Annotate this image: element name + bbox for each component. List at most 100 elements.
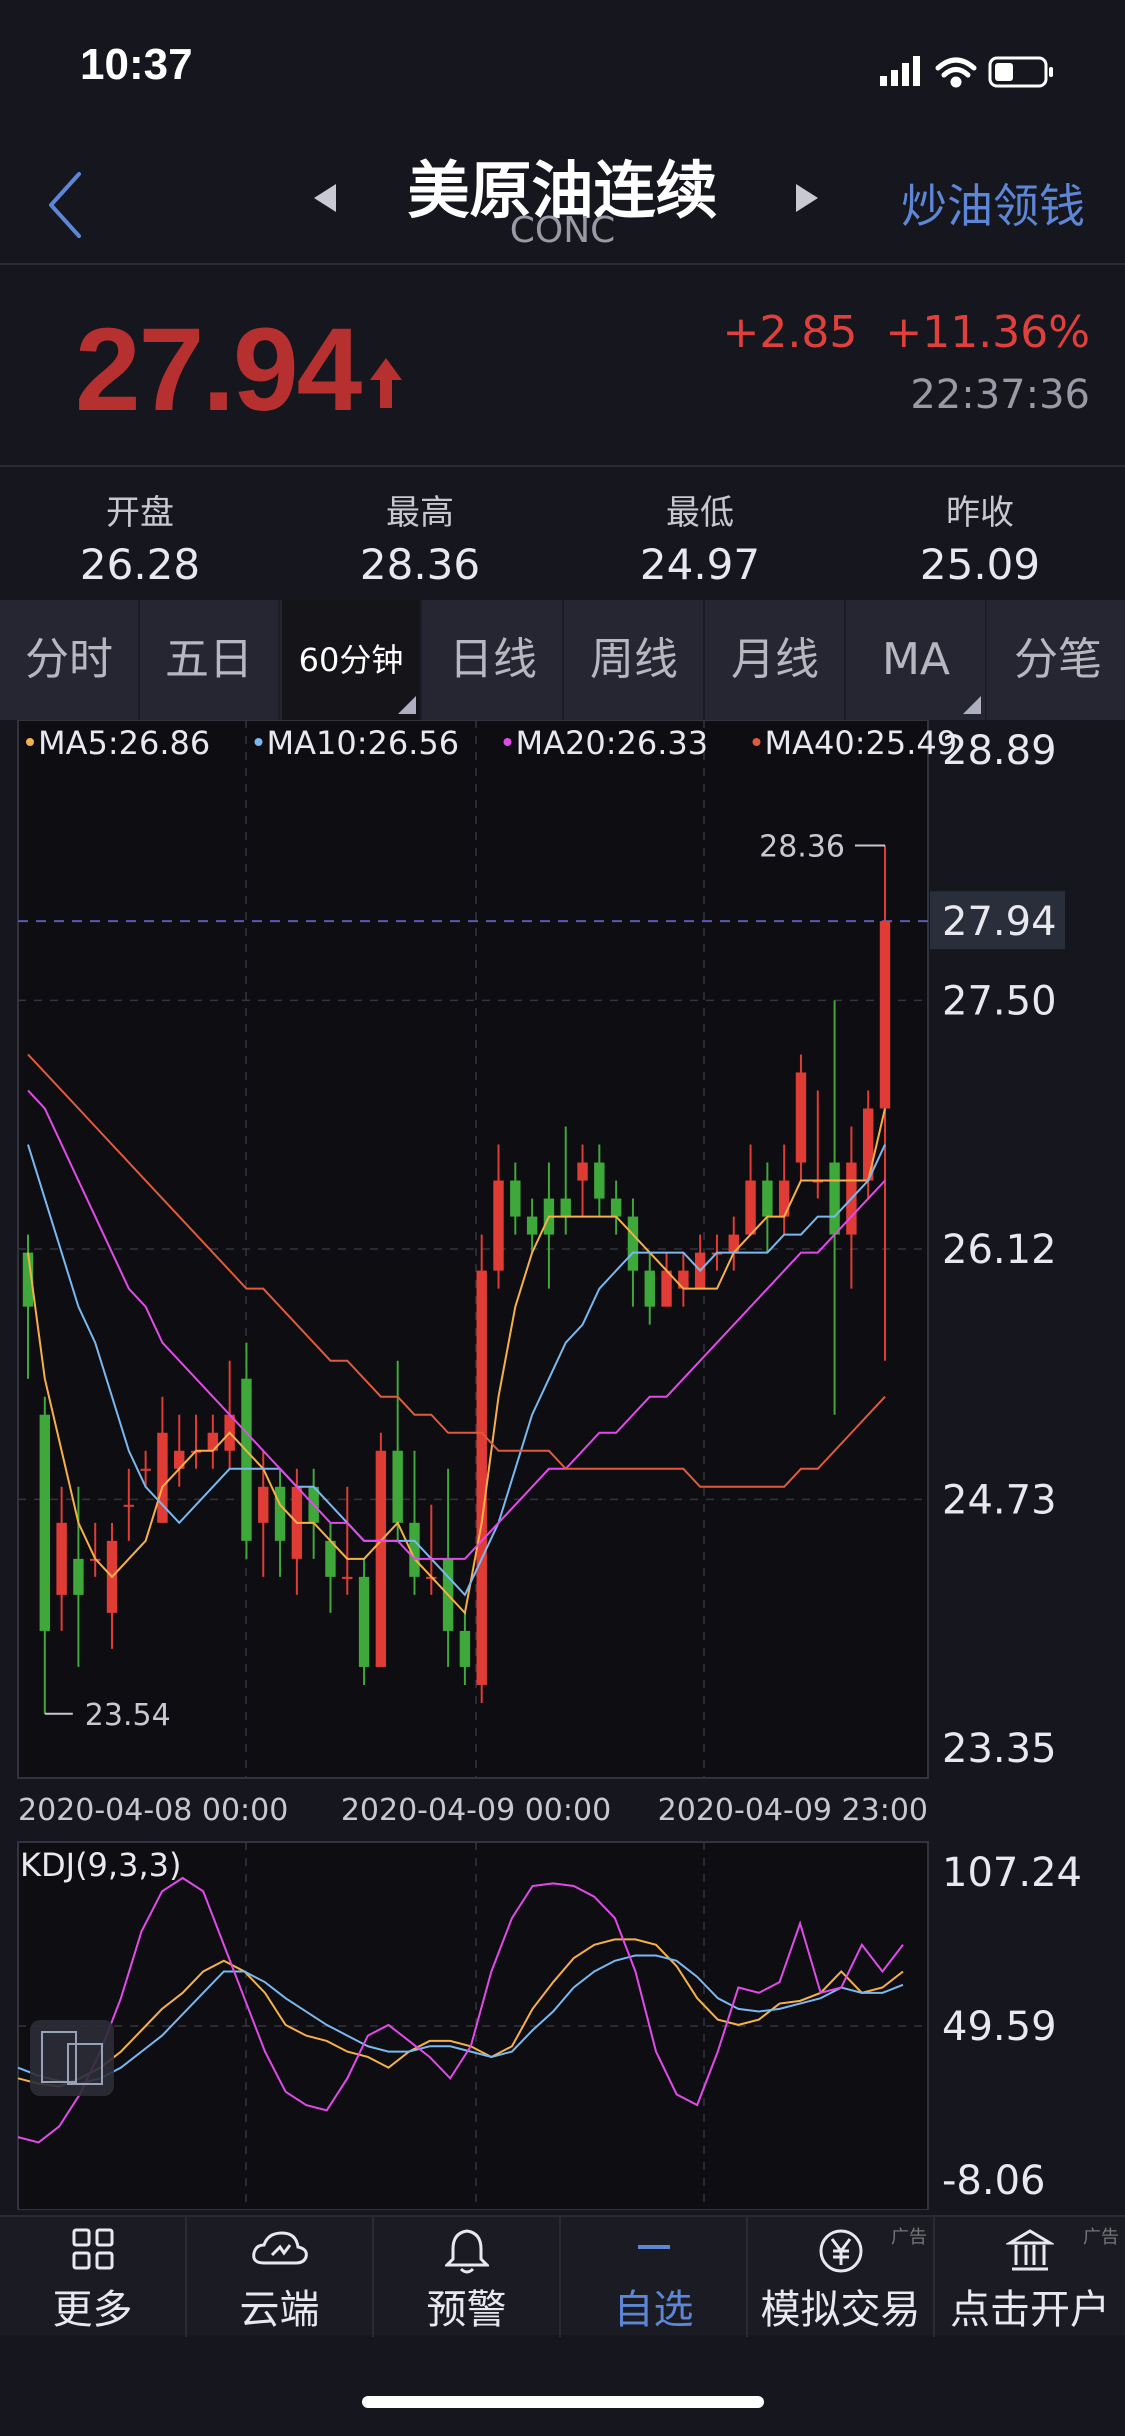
tab-open-account[interactable]: 广告 点击开户 <box>935 2217 1125 2337</box>
tab-label: 预警 <box>426 2287 507 2333</box>
candle-body <box>476 1270 487 1685</box>
low-annotation: 23.54 <box>85 1698 171 1733</box>
y-tick-label: 24.73 <box>942 1477 1057 1523</box>
kdj-y-tick-label: 107.24 <box>942 1850 1082 1896</box>
status-icons <box>880 56 1053 88</box>
stat-label: 最高 <box>386 493 454 533</box>
candle-body <box>140 1468 151 1471</box>
tab-label: 云端 <box>239 2287 320 2333</box>
stat-label: 开盘 <box>106 493 174 533</box>
bell-icon <box>442 2229 491 2274</box>
candle-body <box>762 1180 773 1217</box>
bank-icon <box>1004 2229 1056 2271</box>
change-value: +2.85 <box>722 307 858 358</box>
candle-body <box>493 1180 504 1271</box>
price-chart[interactable]: 28.89 27.50 26.12 24.73 23.35 27.94 28.36 23.54… <box>0 720 1125 2210</box>
candle-body <box>241 1378 252 1541</box>
candle-body <box>644 1270 655 1307</box>
candle-body <box>325 1540 336 1577</box>
tab-watchlist[interactable]: 自选 <box>561 2217 748 2337</box>
ma-legend-label: MA20:26.33 <box>516 724 709 762</box>
tab-60min[interactable]: 60分钟 <box>282 600 422 720</box>
dropdown-corner-icon <box>963 696 981 714</box>
yen-coin-icon <box>819 2229 862 2273</box>
kdj-y-tick-label: -8.06 <box>942 2158 1046 2204</box>
candle-body <box>577 1162 588 1181</box>
stat-open: 开盘 26.28 <box>0 485 280 589</box>
candle-body <box>375 1450 387 1667</box>
stat-label: 最低 <box>666 493 734 533</box>
candle-body <box>56 1522 67 1595</box>
tab-sim-trade[interactable]: 广告 模拟交易 <box>748 2217 935 2337</box>
y-tick-label: 28.89 <box>942 728 1057 774</box>
y-tick-label: 27.50 <box>942 978 1057 1024</box>
candle-body <box>73 1558 84 1595</box>
x-tick-label: 2020-04-08 00:00 <box>18 1793 288 1828</box>
tab-ma[interactable]: MA <box>847 600 987 720</box>
last-price: 27.94 <box>75 302 406 438</box>
candle-body <box>745 1180 756 1235</box>
stat-value: 28.36 <box>359 540 481 589</box>
grid-icon <box>72 2228 113 2270</box>
ma-legend-label: MA10:26.56 <box>267 724 460 762</box>
home-indicator <box>362 2396 764 2408</box>
battery-icon <box>988 56 1053 88</box>
x-tick-label: 2020-04-09 00:00 <box>341 1793 611 1828</box>
y-tick-label: 23.35 <box>942 1726 1057 1772</box>
ad-tag: 广告 <box>891 2227 927 2248</box>
stat-prev-close: 昨收 25.09 <box>840 485 1120 589</box>
tab-label: 更多 <box>52 2287 133 2333</box>
candle-body <box>879 921 891 1109</box>
tab-monthly[interactable]: 月线 <box>706 600 846 720</box>
tab-five-day[interactable]: 五日 <box>140 600 280 720</box>
stat-label: 昨收 <box>946 493 1014 533</box>
nav-bar: 美原油连续 CONC 炒油领钱 <box>0 130 1125 265</box>
tab-weekly[interactable]: 周线 <box>565 600 705 720</box>
tab-daily[interactable]: 日线 <box>424 600 564 720</box>
y-tick-label: 26.12 <box>942 1227 1057 1273</box>
candle-body <box>392 1450 403 1523</box>
candle-body <box>39 1414 51 1631</box>
candle-body <box>661 1270 672 1307</box>
bottom-tab-bar: 更多 云端 预警 自选 广告 模拟交易 广告 点击开户 <box>0 2215 1125 2337</box>
up-arrow-icon <box>370 358 403 408</box>
stat-low: 最低 24.97 <box>560 485 840 589</box>
high-annotation: 28.36 <box>759 829 845 864</box>
tab-label: 点击开户 <box>950 2287 1110 2333</box>
promo-link[interactable]: 炒油领钱 <box>901 170 1085 236</box>
tab-alert[interactable]: 预警 <box>374 2217 561 2337</box>
tab-label: 自选 <box>613 2287 694 2333</box>
signal-icon <box>880 56 920 86</box>
cloud-sync-icon <box>251 2231 308 2265</box>
candle-body <box>358 1576 370 1667</box>
candle-body <box>526 1216 538 1235</box>
stat-value: 24.97 <box>639 540 761 589</box>
ma-legend-label: MA40:25.49 <box>765 724 958 762</box>
tab-ticks[interactable]: 分笔 <box>988 600 1125 720</box>
candle-body <box>795 1072 807 1163</box>
candle-body <box>510 1180 521 1217</box>
tab-cloud[interactable]: 云端 <box>187 2217 374 2337</box>
dropdown-corner-icon <box>398 696 416 714</box>
kdj-title: KDJ(9,3,3) <box>20 1846 181 1884</box>
status-bar: 10:37 <box>0 0 1125 140</box>
candle-body <box>829 1162 840 1235</box>
ad-tag: 广告 <box>1083 2227 1119 2248</box>
candle-body <box>123 1504 135 1507</box>
tab-timeshare[interactable]: 分时 <box>0 600 140 720</box>
change-percent: +11.36% <box>885 307 1090 358</box>
candle-body <box>342 1576 353 1579</box>
tab-more[interactable]: 更多 <box>0 2217 187 2337</box>
ma-legend-dot <box>26 738 34 746</box>
price-stats: 开盘 26.28 最高 28.36 最低 24.97 昨收 25.09 <box>0 470 1125 600</box>
quote-panel: 27.94 +2.85 +11.36% 22:37:36 <box>0 267 1125 467</box>
ma-legend-dot <box>254 738 263 746</box>
candle-body <box>560 1198 571 1217</box>
candle-body <box>594 1162 605 1199</box>
period-tabs: 分时 五日 60分钟 日线 周线 月线 MA 分笔 <box>0 600 1125 720</box>
candle-body <box>627 1216 639 1271</box>
next-contract-icon[interactable] <box>790 180 824 216</box>
tab-label: 60分钟 <box>298 641 404 679</box>
tab-label: MA <box>881 634 951 685</box>
stat-high: 最高 28.36 <box>280 485 560 589</box>
